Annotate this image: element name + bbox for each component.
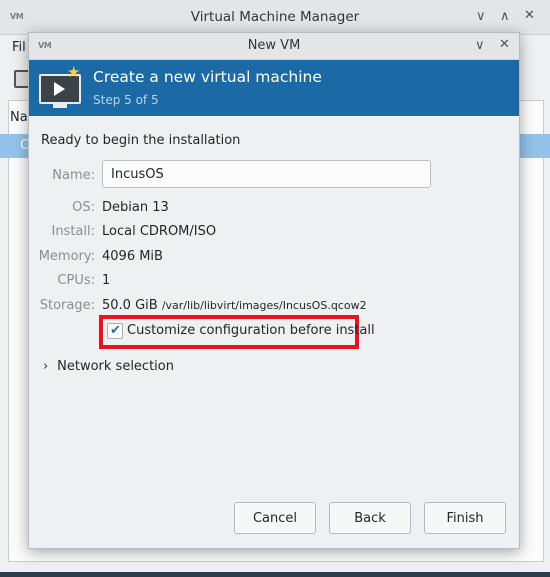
- storage-label: Storage:: [39, 298, 95, 313]
- network-selection-expander[interactable]: › Network selection: [43, 359, 174, 374]
- storage-path: /var/lib/libvirt/images/IncusOS.qcow2: [161, 299, 367, 312]
- wizard-step: Step 5 of 5: [93, 93, 159, 107]
- maximize-icon[interactable]: ∧: [500, 9, 510, 24]
- wizard-banner: ★ Create a new virtual machine Step 5 of…: [29, 60, 519, 116]
- customize-checkbox[interactable]: ✔: [107, 323, 123, 339]
- ready-text: Ready to begin the installation: [41, 133, 241, 148]
- chevron-right-icon: ›: [43, 359, 49, 374]
- cpus-label: CPUs:: [57, 273, 95, 288]
- close-icon[interactable]: ✕: [524, 8, 535, 23]
- menu-file[interactable]: Fil: [12, 40, 26, 55]
- dialog-titlebar: VM New VM ∨ ✕: [29, 33, 519, 60]
- column-header-name[interactable]: Na: [10, 110, 28, 125]
- cpus-value: 1: [102, 273, 111, 288]
- wizard-heading: Create a new virtual machine: [93, 68, 322, 86]
- name-input[interactable]: [102, 160, 431, 188]
- name-label: Name:: [52, 168, 95, 183]
- network-selection-label: Network selection: [57, 359, 174, 374]
- storage-size: 50.0 GiB: [102, 298, 158, 313]
- os-value: Debian 13: [102, 200, 169, 215]
- install-value: Local CDROM/ISO: [102, 224, 217, 239]
- memory-label: Memory:: [38, 249, 95, 264]
- memory-value: 4096 MiB: [102, 249, 163, 264]
- customize-label[interactable]: Customize configuration before install: [127, 323, 375, 338]
- star-icon: ★: [67, 63, 81, 81]
- cancel-button[interactable]: Cancel: [234, 502, 316, 534]
- checkmark-icon: ✔: [110, 323, 121, 338]
- back-button[interactable]: Back: [329, 502, 411, 534]
- new-vm-dialog: VM New VM ∨ ✕ ★ Create a new virtual mac…: [28, 32, 520, 549]
- minimize-icon[interactable]: ∨: [475, 38, 485, 53]
- close-icon[interactable]: ✕: [499, 37, 510, 52]
- finish-button[interactable]: Finish: [424, 502, 506, 534]
- install-label: Install:: [51, 224, 95, 239]
- parent-titlebar: VM Virtual Machine Manager ∨ ∧ ✕: [0, 0, 550, 35]
- os-label: OS:: [72, 200, 95, 215]
- minimize-icon[interactable]: ∨: [476, 9, 486, 24]
- parent-window-title: Virtual Machine Manager: [190, 9, 360, 25]
- storage-value: 50.0 GiB /var/lib/libvirt/images/IncusOS…: [102, 298, 367, 313]
- dialog-title: New VM: [247, 38, 301, 53]
